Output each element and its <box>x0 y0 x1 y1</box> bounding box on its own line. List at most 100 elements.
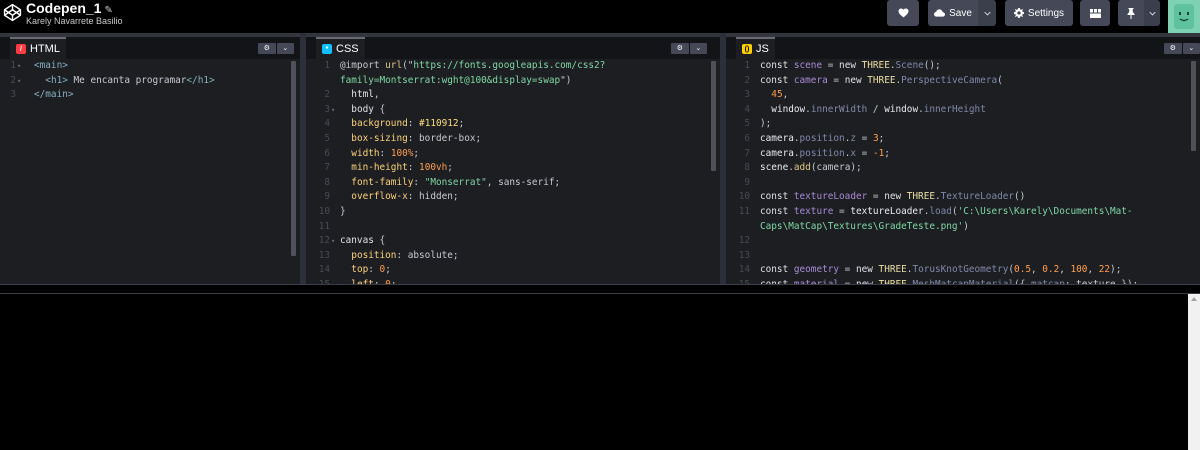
code-line[interactable]: 2 const camera = new THREE.PerspectiveCam… <box>726 74 1200 89</box>
gear-icon[interactable]: ⚙ <box>258 43 276 54</box>
header-bar: Codepen_1 ✎ Karely Navarrete Basilio Save… <box>0 0 1200 33</box>
code-token: : <box>413 176 425 188</box>
code-line[interactable]: 7 min-height: 100vh; <box>306 161 720 176</box>
fold-arrow-icon[interactable]: ▾ <box>17 74 21 89</box>
code-token: scene <box>760 162 789 174</box>
code-token: add <box>793 162 811 174</box>
scroll-up-arrow-icon[interactable] <box>1191 297 1197 301</box>
change-view-button[interactable] <box>1080 0 1110 26</box>
pin-options-button[interactable] <box>1144 0 1160 26</box>
css-editor-tab[interactable]: * CSS <box>316 37 365 59</box>
code-token: TorusKnotGeometry <box>912 264 1009 276</box>
save-options-button[interactable] <box>978 0 996 26</box>
code-text: box-sizing: border-box; <box>340 132 481 147</box>
code-token: body <box>351 103 374 115</box>
user-avatar[interactable] <box>1168 0 1200 33</box>
code-token: load <box>929 205 952 217</box>
heart-button[interactable] <box>887 0 919 26</box>
js-file-icon: () <box>742 44 752 54</box>
pin-button[interactable] <box>1118 0 1144 26</box>
code-line[interactable]: 5); <box>726 117 1200 132</box>
gear-icon[interactable]: ⚙ <box>1164 43 1182 54</box>
settings-button-label: Settings <box>1027 7 1065 19</box>
code-token: const <box>760 191 794 203</box>
code-line[interactable]: 10} <box>306 205 720 220</box>
line-number: 3 <box>744 89 750 101</box>
console-resizer-bar[interactable] <box>0 284 1200 294</box>
code-line[interactable]: 6 width: 100%; <box>306 147 720 162</box>
code-line[interactable]: 9 overflow-x: hidden; <box>306 190 720 205</box>
code-line[interactable]: 9 <box>726 176 1200 191</box>
code-token: url <box>385 60 403 71</box>
code-token: { <box>373 103 386 115</box>
code-line[interactable]: 13 <box>726 249 1200 264</box>
save-button[interactable]: Save <box>928 0 978 26</box>
code-line[interactable]: 11 <box>306 220 720 235</box>
code-line[interactable]: 12 ▾ canvas { <box>306 234 720 249</box>
gear-icon[interactable]: ⚙ <box>671 43 689 54</box>
fold-arrow-icon[interactable]: ▾ <box>331 103 335 118</box>
code-line[interactable]: 7 camera.position.x = -1; <box>726 147 1200 162</box>
html-editor-tab[interactable]: / HTML <box>10 37 66 59</box>
fold-arrow-icon[interactable]: ▾ <box>17 59 21 74</box>
html-code-area[interactable]: 1 ▾ <main> 2 ▾ <h1> Me encanta programar</h1… <box>0 59 300 284</box>
code-text: position: absolute; <box>340 249 458 264</box>
code-token: geometry <box>793 264 840 276</box>
code-line[interactable]: 10 const textureLoader = new THREE.Textur… <box>726 190 1200 205</box>
result-scrollbar[interactable] <box>1188 294 1200 450</box>
code-line[interactable]: 14 top: 0; <box>306 263 720 278</box>
line-number: 1 <box>324 60 330 71</box>
code-text: window.innerWidth / window.innerHeight <box>760 103 986 118</box>
js-code-area[interactable]: 1 const scene = new THREE.Scene(); 2 const … <box>726 59 1200 284</box>
project-author[interactable]: Karely Navarrete Basilio <box>26 15 123 27</box>
line-number: 10 <box>318 205 330 217</box>
code-line[interactable]: 6 camera.position.z = 3; <box>726 132 1200 147</box>
code-token: #110912 <box>419 118 459 130</box>
code-line[interactable]: 3 45, <box>726 88 1200 103</box>
code-token: canvas <box>340 235 374 247</box>
code-token: html <box>351 89 374 101</box>
code-token: = <box>822 60 840 71</box>
code-line[interactable]: 2 html, <box>306 88 720 103</box>
code-line[interactable]: 13 position: absolute; <box>306 249 720 264</box>
code-line[interactable]: 2 ▾ <h1> Me encanta programar</h1> <box>0 74 300 89</box>
css-editor-scrollbar[interactable] <box>711 61 716 171</box>
line-number: 2 <box>744 74 750 86</box>
js-editor-scrollbar[interactable] <box>1191 61 1196 151</box>
code-line[interactable]: 3 ▾ body { <box>306 103 720 118</box>
code-token: 45 <box>771 89 783 101</box>
code-line[interactable]: 12 <box>726 234 1200 249</box>
code-line[interactable]: 14 const geometry = new THREE.TorusKnotGe… <box>726 263 1200 278</box>
codepen-logo-icon[interactable] <box>3 3 22 22</box>
line-number: 8 <box>744 162 750 174</box>
code-line[interactable]: 1 const scene = new THREE.Scene(); <box>726 59 1200 74</box>
css-editor-header: * CSS ⚙ ⌄ <box>306 33 720 59</box>
code-token: Caps\MatCap\Textures\GradeTeste.png' <box>760 220 964 232</box>
fold-arrow-icon[interactable]: ▾ <box>331 234 335 249</box>
css-code-area[interactable]: 1 @import url("https://fonts.googleapis.c… <box>306 59 720 284</box>
project-title-text[interactable]: Codepen_1 <box>26 0 101 16</box>
code-text: <h1> Me encanta programar</h1> <box>34 74 214 89</box>
code-line[interactable]: 4 window.innerWidth / window.innerHeight <box>726 103 1200 118</box>
html-editor-scrollbar[interactable] <box>291 61 296 256</box>
code-line[interactable]: 8 scene.add(camera); <box>726 161 1200 176</box>
chevron-down-icon[interactable]: ⌄ <box>276 43 294 54</box>
js-editor-tab[interactable]: () JS <box>736 37 775 59</box>
code-line[interactable]: 3 </main> <box>0 88 300 103</box>
code-line[interactable]: Caps\MatCap\Textures\GradeTeste.png') <box>726 220 1200 235</box>
code-line[interactable]: 11 const texture = textureLoader.load('C:… <box>726 205 1200 220</box>
code-token: position <box>799 132 845 144</box>
line-number: 7 <box>744 147 750 159</box>
code-line[interactable]: 8 font-family: "Monserrat", sans-serif; <box>306 176 720 191</box>
code-line[interactable]: 5 box-sizing: border-box; <box>306 132 720 147</box>
chevron-down-icon[interactable]: ⌄ <box>689 43 707 54</box>
code-line[interactable]: family=Montserrat:wght@100&display=swap"… <box>306 74 720 89</box>
settings-button[interactable]: Settings <box>1005 0 1073 26</box>
code-line[interactable]: 4 background: #110912; <box>306 117 720 132</box>
code-line[interactable]: 1 @import url("https://fonts.googleapis.c… <box>306 59 720 74</box>
code-token: ; <box>447 162 453 174</box>
chevron-down-icon[interactable]: ⌄ <box>1182 43 1200 54</box>
result-preview-pane[interactable] <box>0 294 1200 450</box>
code-line[interactable]: 1 ▾ <main> <box>0 59 300 74</box>
